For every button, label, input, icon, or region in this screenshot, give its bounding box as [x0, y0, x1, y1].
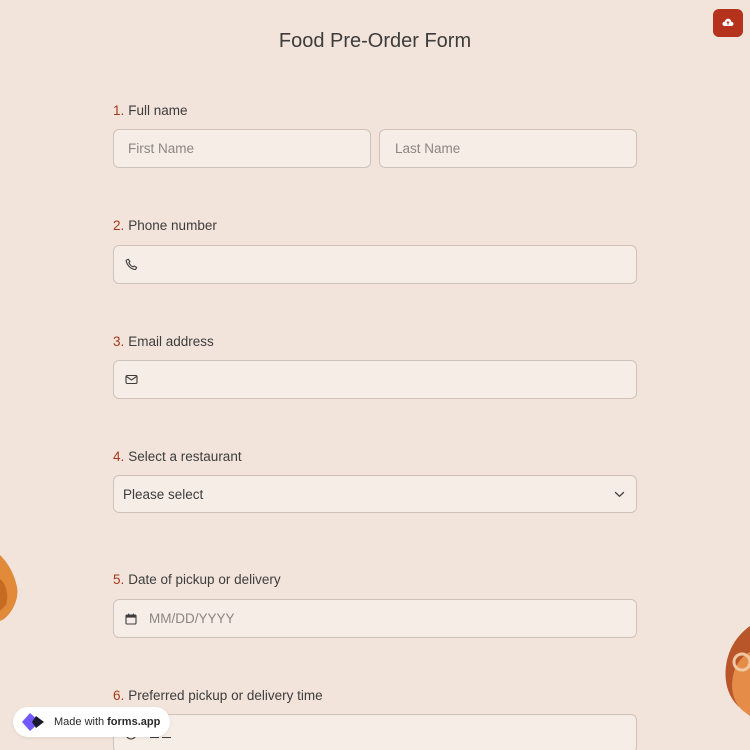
last-name-placeholder: Last Name — [395, 141, 461, 156]
time-input[interactable] — [113, 714, 637, 750]
form-title: Food Pre-Order Form — [278, 30, 472, 52]
question-text: Date of pickup or delivery — [128, 572, 281, 587]
question-text: Select a restaurant — [128, 449, 242, 464]
made-with-forms-app-badge[interactable]: Made with forms.app — [13, 707, 170, 737]
question-restaurant-label: 4. Select a restaurant — [113, 449, 242, 464]
phone-input[interactable] — [113, 245, 637, 284]
calendar-icon — [124, 612, 138, 626]
time-blank-hours — [150, 737, 159, 738]
mail-icon — [124, 373, 138, 387]
made-with-text: Made with — [54, 716, 105, 728]
question-full-name-label: 1. Full name — [113, 103, 188, 118]
first-name-input[interactable]: First Name — [113, 129, 371, 168]
question-phone-label: 2. Phone number — [113, 218, 217, 233]
question-email-label: 3. Email address — [113, 334, 214, 349]
question-date-label: 5. Date of pickup or delivery — [113, 572, 281, 587]
question-number: 4. — [113, 449, 125, 464]
date-placeholder: MM/DD/YYYY — [149, 611, 235, 626]
food-illustration-right — [724, 626, 750, 721]
question-text: Preferred pickup or delivery time — [128, 688, 323, 703]
email-input[interactable] — [113, 360, 637, 399]
food-illustration-left — [0, 555, 20, 626]
restaurant-selected-value: Please select — [123, 486, 204, 502]
restaurant-select[interactable]: Please select — [113, 475, 637, 513]
question-text: Phone number — [128, 218, 217, 233]
question-text: Email address — [128, 334, 214, 349]
time-blank-minutes — [162, 737, 171, 738]
phone-icon — [124, 258, 138, 272]
question-time-label: 6. Preferred pickup or delivery time — [113, 688, 323, 703]
question-text: Full name — [128, 103, 188, 118]
brand-name: forms.app — [107, 716, 161, 728]
question-number: 1. — [113, 103, 125, 118]
last-name-input[interactable]: Last Name — [379, 129, 637, 168]
first-name-placeholder: First Name — [128, 141, 195, 156]
question-number: 3. — [113, 334, 125, 349]
forms-app-logo-icon — [21, 711, 48, 733]
question-number: 5. — [113, 572, 125, 587]
question-number: 2. — [113, 218, 125, 233]
question-number: 6. — [113, 688, 125, 703]
chevron-down-icon — [612, 487, 626, 501]
date-input[interactable]: MM/DD/YYYY — [113, 599, 637, 638]
